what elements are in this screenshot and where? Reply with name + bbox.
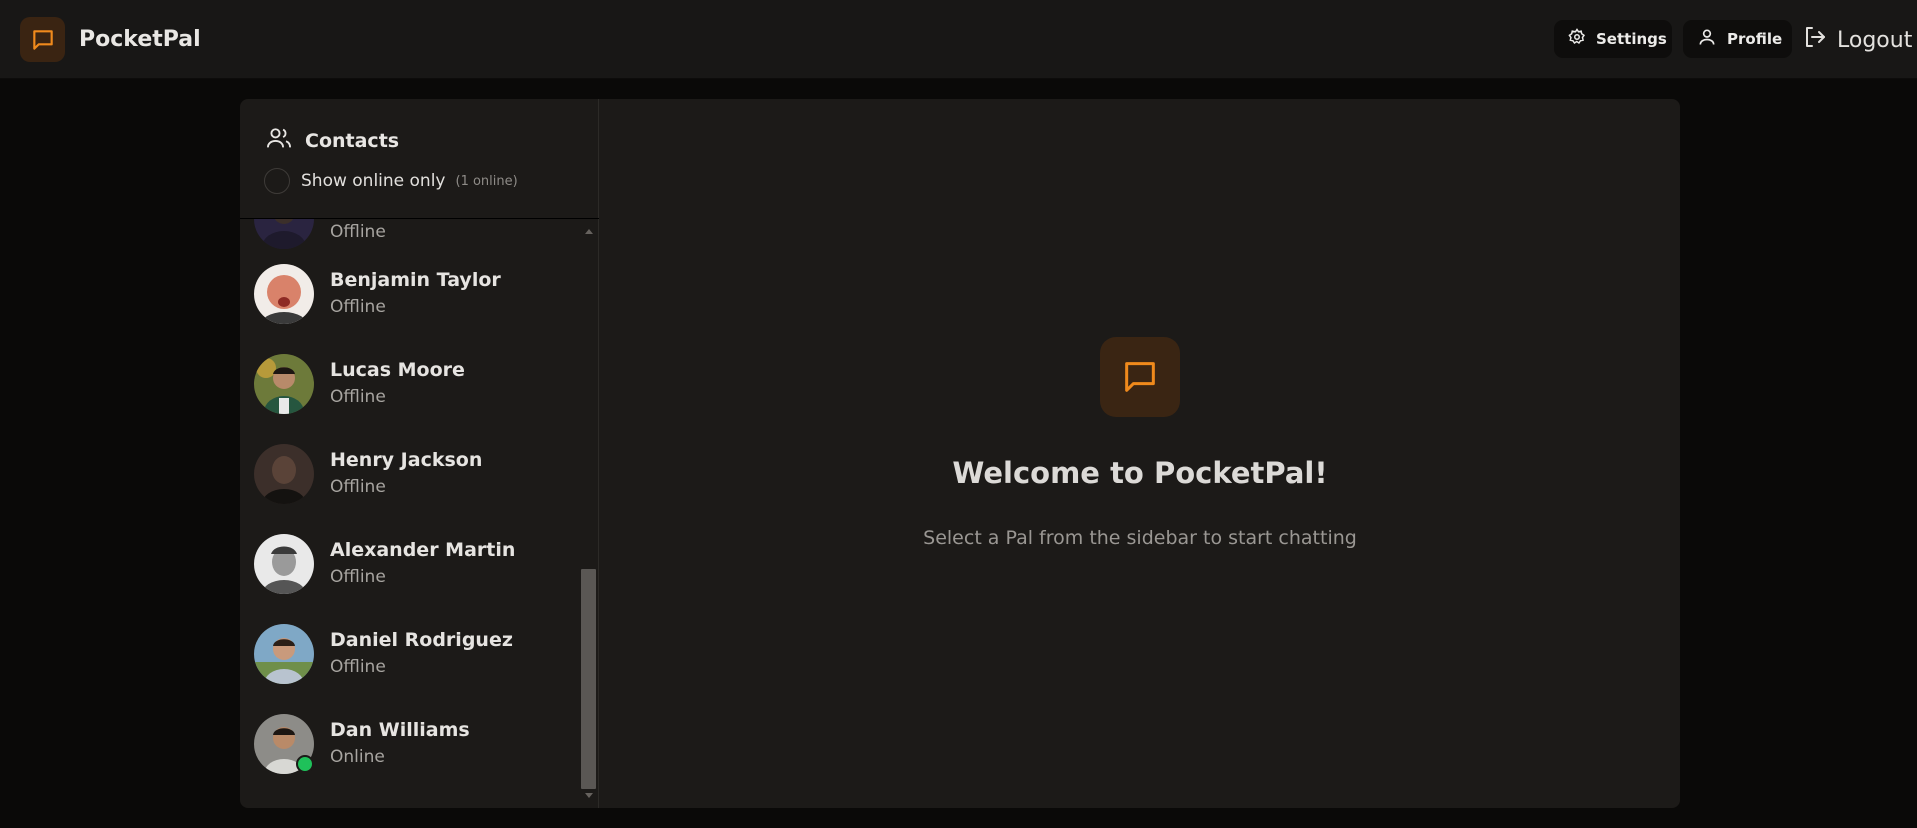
scroll-up-arrow-icon[interactable] <box>585 229 593 234</box>
avatar <box>254 264 314 324</box>
welcome-area: Welcome to PocketPal! Select a Pal from … <box>600 99 1680 808</box>
logout-button[interactable]: Logout <box>1803 23 1912 57</box>
gear-icon <box>1568 28 1586 50</box>
contact-name: Dan Williams <box>330 719 470 741</box>
contact-item[interactable]: Lucas Moore Offline <box>240 339 580 429</box>
avatar <box>254 534 314 594</box>
contacts-heading: Contacts <box>265 124 399 157</box>
contact-item[interactable]: Benjamin Taylor Offline <box>240 249 580 339</box>
contact-status: Offline <box>330 477 386 497</box>
settings-button[interactable]: Settings <box>1554 20 1672 58</box>
online-filter: Show online only (1 online) <box>264 168 518 194</box>
logout-icon <box>1803 25 1827 55</box>
contact-item[interactable]: Daniel Rodriguez Offline <box>240 609 580 699</box>
contact-item[interactable]: Dan Williams Online <box>240 699 580 789</box>
online-only-label[interactable]: Show online only <box>301 171 446 191</box>
contact-item[interactable]: Henry Jackson Offline <box>240 429 580 519</box>
contact-status: Offline <box>330 657 386 677</box>
welcome-title: Welcome to PocketPal! <box>952 456 1328 490</box>
contact-name: Alexander Martin <box>330 539 516 561</box>
profile-label: Profile <box>1727 30 1783 48</box>
profile-button[interactable]: Profile <box>1683 20 1792 58</box>
settings-label: Settings <box>1596 30 1667 48</box>
avatar <box>254 354 314 414</box>
top-navbar: PocketPal Settings Profile Logout <box>0 0 1917 79</box>
contact-name: Lucas Moore <box>330 359 465 381</box>
contacts-title: Contacts <box>305 129 400 152</box>
contact-status: Online <box>330 747 385 767</box>
avatar <box>254 444 314 504</box>
logout-label: Logout <box>1837 27 1913 53</box>
online-indicator <box>296 755 314 773</box>
contact-name: Daniel Rodriguez <box>330 629 513 651</box>
chat-panel: Contacts Show online only (1 online) Off… <box>240 99 1680 808</box>
contact-status: Offline <box>330 387 386 407</box>
user-icon <box>1697 27 1717 51</box>
contact-item[interactable]: Alexander Martin Offline <box>240 519 580 609</box>
scrollbar-thumb[interactable] <box>581 569 596 789</box>
avatar <box>254 219 314 249</box>
contact-name: Benjamin Taylor <box>330 269 501 291</box>
users-icon <box>265 124 293 157</box>
app-name: PocketPal <box>79 27 201 52</box>
chat-bubble-icon <box>20 17 65 62</box>
contact-status: Offline <box>330 297 386 317</box>
contact-status: Offline <box>330 222 386 242</box>
contact-list: Offline Benjamin Taylor Offline Lucas Mo… <box>240 219 599 808</box>
contact-status: Offline <box>330 567 386 587</box>
online-count: (1 online) <box>455 173 518 189</box>
contacts-sidebar: Contacts Show online only (1 online) Off… <box>240 99 599 808</box>
scroll-down-arrow-icon[interactable] <box>585 793 593 798</box>
welcome-subtitle: Select a Pal from the sidebar to start c… <box>923 527 1357 549</box>
contact-name: Henry Jackson <box>330 449 483 471</box>
avatar <box>254 624 314 684</box>
online-only-toggle[interactable] <box>264 168 290 194</box>
sidebar-header: Contacts Show online only (1 online) <box>240 99 599 219</box>
brand[interactable]: PocketPal <box>20 17 201 62</box>
chat-bubble-icon <box>1100 337 1180 417</box>
